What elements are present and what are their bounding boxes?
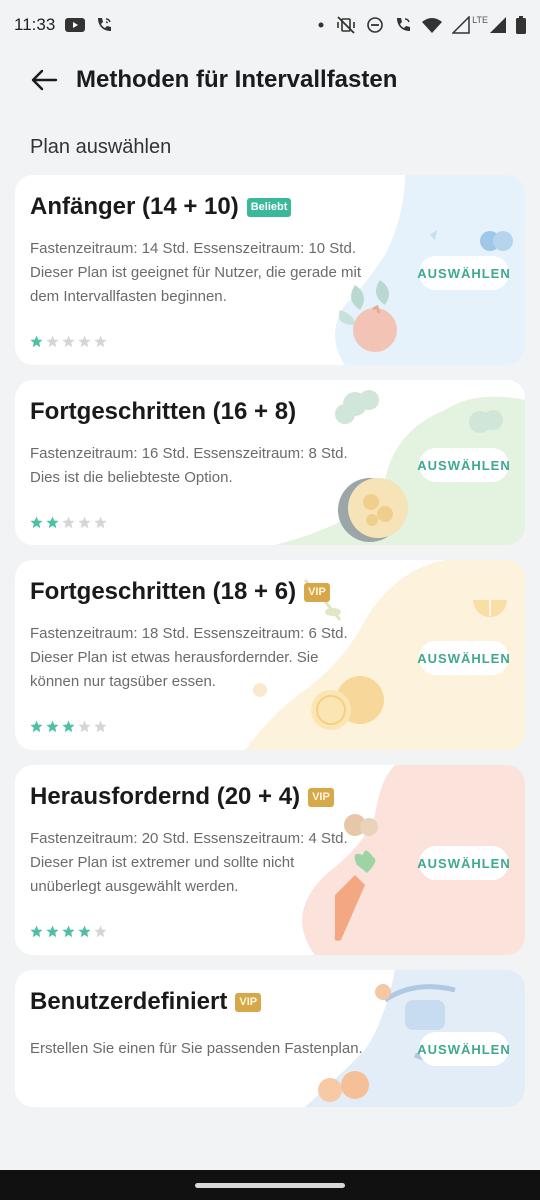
star-filled-icon: [30, 720, 43, 733]
status-bar: 11:33 LTE: [0, 0, 540, 50]
star-empty-icon: [62, 516, 75, 529]
do-not-disturb-icon: [367, 17, 383, 33]
star-filled-icon: [62, 720, 75, 733]
lte-label: LTE: [472, 15, 488, 25]
card-title: Fortgeschritten (16 + 8): [30, 398, 297, 425]
star-empty-icon: [78, 335, 91, 348]
card-title: Fortgeschritten (18 + 6): [30, 578, 297, 605]
signal-icon: [452, 16, 470, 34]
vip-badge: VIP: [304, 582, 330, 602]
arrow-left-icon: [31, 69, 58, 91]
system-nav-bar: [0, 1170, 540, 1200]
section-label: Plan auswählen: [30, 136, 172, 158]
vip-badge: VIP: [308, 787, 334, 807]
desc-line: Dieser Plan ist extremer und sollte nich…: [30, 854, 295, 871]
card-head: Fortgeschritten (16 + 8): [30, 398, 296, 426]
desc-line: Dieser Plan ist geeignet für Nutzer, die…: [30, 264, 362, 281]
desc-line: Dies ist die beliebteste Option.: [30, 469, 233, 486]
star-filled-icon: [78, 925, 91, 938]
card-title: Herausfordernd (20 + 4): [30, 783, 301, 810]
star-filled-icon: [30, 925, 43, 938]
plan-card-challenging[interactable]: Herausfordernd (20 + 4) VIP Fastenzeitra…: [15, 765, 525, 955]
card-title: Benutzerdefiniert: [30, 988, 228, 1015]
desc-line: Fastenzeitraum: 16 Std. Essenszeitraum: …: [30, 445, 348, 462]
plan-card-advanced-18-6[interactable]: Fortgeschritten (18 + 6) VIP Fastenzeitr…: [15, 560, 525, 750]
card-head: Herausfordernd (20 + 4) VIP: [30, 783, 334, 811]
select-button[interactable]: AUSWÄHLEN: [417, 256, 510, 290]
vip-badge: VIP: [235, 992, 262, 1012]
plan-card-advanced-16-8[interactable]: Fortgeschritten (16 + 8) Fastenzeitraum:…: [15, 380, 525, 545]
desc-line: dem Intervallfasten beginnen.: [30, 288, 227, 305]
star-empty-icon: [46, 335, 59, 348]
card-description: Fastenzeitraum: 16 Std. Essenszeitraum: …: [30, 442, 400, 490]
select-button[interactable]: AUSWÄHLEN: [417, 448, 510, 482]
star-empty-icon: [78, 516, 91, 529]
card-head: Anfänger (14 + 10) Beliebt: [30, 193, 292, 221]
status-left: 11:33: [14, 15, 113, 35]
card-head: Benutzerdefiniert VIP: [30, 988, 262, 1016]
card-head: Fortgeschritten (18 + 6) VIP: [30, 578, 330, 606]
wifi-icon: [422, 18, 443, 33]
star-filled-icon: [30, 516, 43, 529]
star-empty-icon: [94, 335, 107, 348]
page-title: Methoden für Intervallfasten: [76, 66, 398, 93]
plan-card-custom[interactable]: Benutzerdefiniert VIP Erstellen Sie eine…: [15, 970, 525, 1107]
star-empty-icon: [94, 720, 107, 733]
star-filled-icon: [30, 335, 43, 348]
select-button[interactable]: AUSWÄHLEN: [417, 1032, 510, 1066]
desc-line: Erstellen Sie einen für Sie passenden Fa…: [30, 1040, 363, 1057]
star-filled-icon: [46, 925, 59, 938]
select-button[interactable]: AUSWÄHLEN: [417, 846, 510, 880]
card-description: Fastenzeitraum: 20 Std. Essenszeitraum: …: [30, 827, 400, 899]
desc-line: Fastenzeitraum: 14 Std. Essenszeitraum: …: [30, 240, 356, 257]
card-title: Anfänger (14 + 10): [30, 193, 239, 220]
desc-line: Fastenzeitraum: 18 Std. Essenszeitraum: …: [30, 625, 348, 642]
select-button[interactable]: AUSWÄHLEN: [417, 641, 510, 675]
status-right: LTE: [316, 15, 526, 34]
signal-full-icon: [490, 17, 506, 33]
plan-card-beginner[interactable]: Anfänger (14 + 10) Beliebt Fastenzeitrau…: [15, 175, 525, 365]
star-empty-icon: [62, 335, 75, 348]
card-description: Fastenzeitraum: 14 Std. Essenszeitraum: …: [30, 237, 430, 309]
desc-line: können nur tagsüber essen.: [30, 673, 216, 690]
desc-line: unüberlegt ausgewählt werden.: [30, 878, 239, 895]
wifi-calling-icon: [397, 18, 411, 31]
star-empty-icon: [94, 925, 107, 938]
popular-badge: Beliebt: [246, 197, 292, 217]
desc-line: Fastenzeitraum: 20 Std. Essenszeitraum: …: [30, 830, 348, 847]
difficulty-stars: [30, 925, 107, 938]
wifi-call-icon: [98, 18, 112, 31]
star-empty-icon: [94, 516, 107, 529]
battery-icon: [516, 16, 526, 34]
star-filled-icon: [46, 516, 59, 529]
back-button[interactable]: [22, 58, 66, 102]
dot-icon: [318, 22, 324, 28]
status-time: 11:33: [14, 15, 56, 34]
star-filled-icon: [62, 925, 75, 938]
vibrate-off-icon: [337, 16, 355, 34]
star-empty-icon: [78, 720, 91, 733]
difficulty-stars: [30, 516, 107, 529]
home-gesture-handle[interactable]: [195, 1182, 345, 1188]
card-description: Erstellen Sie einen für Sie passenden Fa…: [30, 1037, 400, 1061]
top-app-bar: Methoden für Intervallfasten: [0, 50, 540, 110]
desc-line: Dieser Plan ist etwas herausfordernder. …: [30, 649, 319, 666]
star-filled-icon: [46, 720, 59, 733]
difficulty-stars: [30, 720, 107, 733]
difficulty-stars: [30, 335, 107, 348]
card-description: Fastenzeitraum: 18 Std. Essenszeitraum: …: [30, 622, 400, 694]
youtube-icon: [65, 18, 86, 32]
